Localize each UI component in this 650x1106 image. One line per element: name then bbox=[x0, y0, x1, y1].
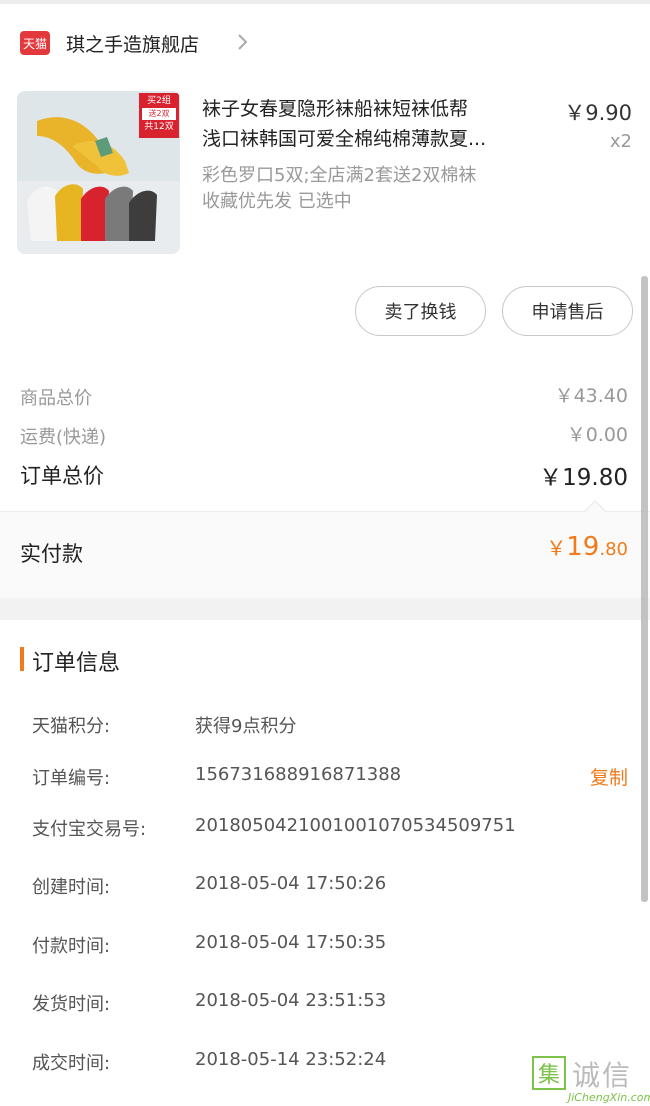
section-gap bbox=[0, 598, 650, 620]
deal-time-label: 成交时间: bbox=[32, 1053, 111, 1074]
shipping-value: ￥0.00 bbox=[566, 424, 628, 446]
product-title[interactable]: 袜子女春夏隐形袜船袜短袜低帮 浅口袜韩国可爱全棉纯棉薄款夏... bbox=[202, 94, 552, 154]
watermark-logo: 集 诚信 JiChengXin.com bbox=[532, 1056, 650, 1104]
paid-value: ￥19.80 bbox=[546, 532, 628, 562]
product-price: ￥9.90 bbox=[564, 101, 632, 125]
order-info-title: 订单信息 bbox=[32, 651, 121, 676]
order-number-value: 156731688916871388 bbox=[195, 764, 402, 785]
order-total-label: 订单总价 bbox=[20, 464, 104, 488]
section-accent-bar bbox=[20, 647, 24, 671]
sell-for-cash-button[interactable]: 卖了换钱 bbox=[355, 286, 486, 336]
deal-time-value: 2018-05-14 23:52:24 bbox=[195, 1049, 387, 1070]
alipay-trade-label: 支付宝交易号: bbox=[32, 819, 147, 840]
copy-order-number-button[interactable]: 复制 bbox=[590, 763, 628, 790]
scrollbar[interactable] bbox=[641, 276, 648, 902]
shipped-time-label: 发货时间: bbox=[32, 994, 111, 1015]
tmall-logo-icon: 天猫 bbox=[20, 31, 50, 55]
promo-tag: 买2组 送2双 共12双 bbox=[139, 93, 179, 138]
paid-time-value: 2018-05-04 17:50:35 bbox=[195, 932, 387, 953]
points-value: 获得9点积分 bbox=[195, 716, 297, 737]
goods-total-label: 商品总价 bbox=[20, 388, 92, 409]
created-time-label: 创建时间: bbox=[32, 877, 111, 898]
chevron-right-icon[interactable] bbox=[232, 32, 252, 52]
paid-time-label: 付款时间: bbox=[32, 936, 111, 957]
shipping-label: 运费(快递) bbox=[20, 427, 107, 448]
goods-total-value: ￥43.40 bbox=[554, 385, 628, 407]
order-total-value: ￥19.80 bbox=[539, 465, 628, 491]
product-sku: 彩色罗口5双;全店满2套送2双棉袜 收藏优先发 已选中 bbox=[202, 165, 477, 212]
product-quantity: x2 bbox=[609, 131, 632, 152]
top-divider bbox=[0, 0, 650, 4]
alipay-trade-value: 2018050421001001070534509751 bbox=[195, 815, 516, 836]
shipped-time-value: 2018-05-04 23:51:53 bbox=[195, 990, 387, 1011]
after-sale-button[interactable]: 申请售后 bbox=[502, 286, 633, 336]
created-time-value: 2018-05-04 17:50:26 bbox=[195, 873, 387, 894]
order-number-label: 订单编号: bbox=[32, 768, 111, 789]
points-label: 天猫积分: bbox=[32, 716, 111, 737]
product-thumbnail[interactable]: 买2组 送2双 共12双 bbox=[17, 91, 180, 254]
shop-name[interactable]: 琪之手造旗舰店 bbox=[66, 30, 199, 57]
paid-label: 实付款 bbox=[20, 542, 83, 566]
shop-header[interactable]: 天猫 琪之手造旗舰店 bbox=[0, 18, 650, 68]
